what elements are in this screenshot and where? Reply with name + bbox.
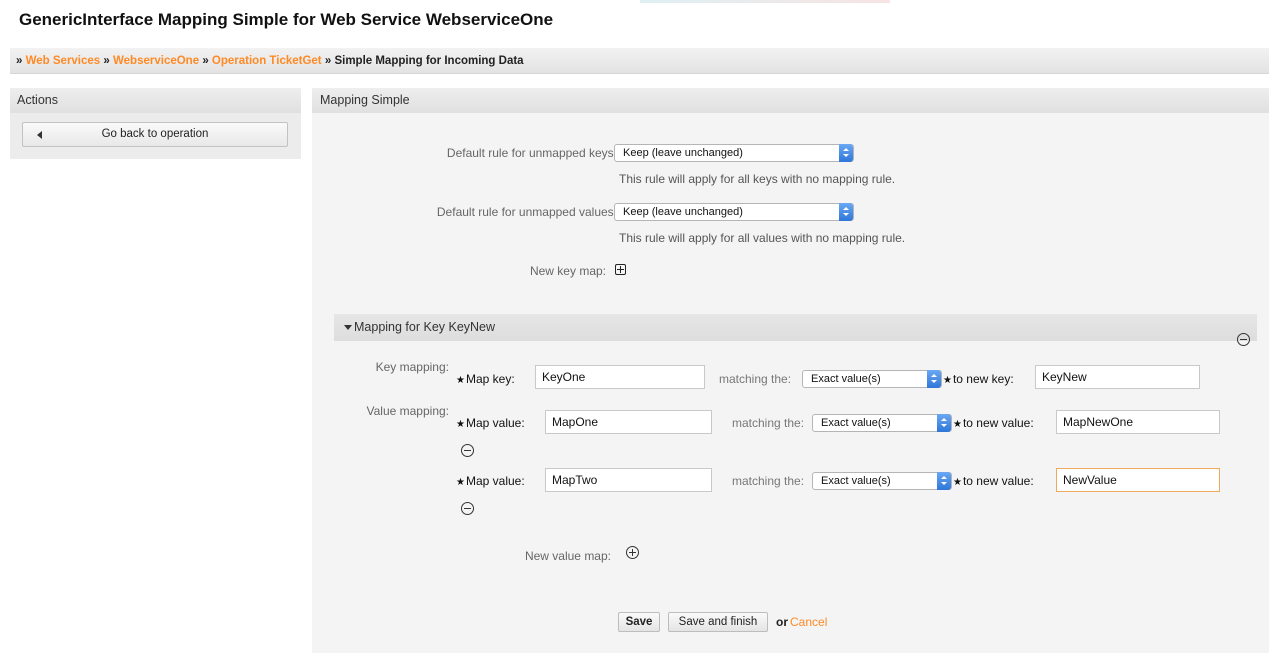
- to-new-key-text: to new key:: [952, 372, 1014, 386]
- map-value-label: ★Map value:: [456, 416, 525, 430]
- map-value-text: Map value:: [465, 474, 525, 488]
- default-keys-value: Keep (leave unchanged): [623, 147, 743, 159]
- matching-label: matching the:: [732, 474, 805, 488]
- add-key-map-icon[interactable]: [615, 264, 626, 275]
- default-values-value: Keep (leave unchanged): [623, 206, 743, 218]
- key-section-header[interactable]: Mapping for Key KeyNew: [334, 314, 1257, 341]
- add-value-map-icon[interactable]: [626, 546, 639, 559]
- required-star-icon: ★: [953, 419, 962, 430]
- default-keys-label: Default rule for unmapped keys:: [446, 146, 617, 160]
- panel-title: Mapping Simple: [312, 88, 1269, 113]
- select-arrows-icon: [839, 144, 853, 162]
- new-key-map-label: New key map:: [529, 264, 606, 278]
- new-value-input[interactable]: NewValue: [1056, 468, 1220, 492]
- actions-sidebar: Actions Go back to operation: [10, 88, 301, 159]
- select-arrows-icon: [839, 203, 853, 221]
- default-keys-select[interactable]: Keep (leave unchanged): [614, 144, 854, 162]
- default-values-hint: This rule will apply for all values with…: [619, 231, 906, 245]
- go-back-button[interactable]: Go back to operation: [22, 122, 288, 147]
- breadcrumb: » Web Services » WebserviceOne » Operati…: [10, 48, 1269, 74]
- arrow-left-icon: [37, 131, 42, 139]
- map-value-input[interactable]: MapOne: [545, 410, 712, 434]
- map-value-text: Map value:: [465, 416, 525, 430]
- to-new-value-label: ★to new value:: [953, 474, 1034, 488]
- key-section-title: Mapping for Key KeyNew: [354, 320, 496, 334]
- new-value-map-label: New value map:: [524, 549, 611, 563]
- save-and-finish-button[interactable]: Save and finish: [668, 612, 768, 632]
- default-values-select[interactable]: Keep (leave unchanged): [614, 203, 854, 221]
- remove-value-map-icon[interactable]: [461, 444, 474, 457]
- map-key-input[interactable]: KeyOne: [535, 365, 705, 389]
- new-value-input[interactable]: MapNewOne: [1056, 410, 1220, 434]
- required-star-icon: ★: [456, 477, 465, 488]
- map-value-label: ★Map value:: [456, 474, 525, 488]
- footer-or-text: or: [776, 615, 788, 629]
- to-new-key-label: ★to new key:: [943, 372, 1014, 386]
- breadcrumb-current: Simple Mapping for Incoming Data: [334, 55, 524, 67]
- value-match-value: Exact value(s): [821, 475, 891, 487]
- required-star-icon: ★: [953, 477, 962, 488]
- value-match-value: Exact value(s): [821, 417, 891, 429]
- map-key-text: Map key:: [465, 372, 515, 386]
- save-button[interactable]: Save: [618, 612, 660, 632]
- value-mapping-label: Value mapping:: [366, 404, 450, 418]
- to-new-value-label: ★to new value:: [953, 416, 1034, 430]
- remove-value-map-icon[interactable]: [461, 502, 474, 515]
- required-star-icon: ★: [456, 419, 465, 430]
- required-star-icon: ★: [456, 375, 465, 386]
- matching-label: matching the:: [719, 372, 792, 386]
- sidebar-title: Actions: [10, 88, 301, 113]
- breadcrumb-webservice[interactable]: WebserviceOne: [113, 55, 199, 67]
- breadcrumb-separator: »: [324, 55, 332, 67]
- cancel-link[interactable]: Cancel: [790, 615, 827, 629]
- value-match-select[interactable]: Exact value(s): [812, 414, 952, 432]
- default-values-label: Default rule for unmapped values:: [436, 205, 617, 219]
- required-star-icon: ★: [943, 375, 952, 386]
- new-key-input[interactable]: KeyNew: [1035, 365, 1200, 389]
- breadcrumb-operation[interactable]: Operation TicketGet: [212, 55, 322, 67]
- key-match-value: Exact value(s): [811, 373, 881, 385]
- key-mapping-label: Key mapping:: [375, 360, 449, 374]
- value-match-select[interactable]: Exact value(s): [812, 472, 952, 490]
- to-new-value-text: to new value:: [962, 416, 1034, 430]
- breadcrumb-separator: »: [16, 55, 23, 67]
- matching-label: matching the:: [732, 416, 805, 430]
- key-match-select[interactable]: Exact value(s): [802, 370, 942, 388]
- page-title: GenericInterface Mapping Simple for Web …: [19, 10, 554, 29]
- map-key-label: ★Map key:: [456, 372, 515, 386]
- remove-key-map-icon[interactable]: [1237, 333, 1250, 346]
- map-value-input[interactable]: MapTwo: [545, 468, 712, 492]
- select-arrows-icon: [927, 370, 941, 388]
- breadcrumb-separator: »: [202, 55, 209, 67]
- select-arrows-icon: [937, 472, 951, 490]
- top-decoration: [640, 0, 890, 3]
- go-back-label: Go back to operation: [101, 128, 209, 140]
- breadcrumb-web-services[interactable]: Web Services: [26, 55, 101, 67]
- to-new-value-text: to new value:: [962, 474, 1034, 488]
- default-keys-hint: This rule will apply for all keys with n…: [619, 172, 896, 186]
- breadcrumb-separator: »: [103, 55, 110, 67]
- select-arrows-icon: [937, 414, 951, 432]
- mapping-panel: Mapping Simple Default rule for unmapped…: [312, 88, 1269, 653]
- collapse-triangle-icon: [344, 325, 352, 330]
